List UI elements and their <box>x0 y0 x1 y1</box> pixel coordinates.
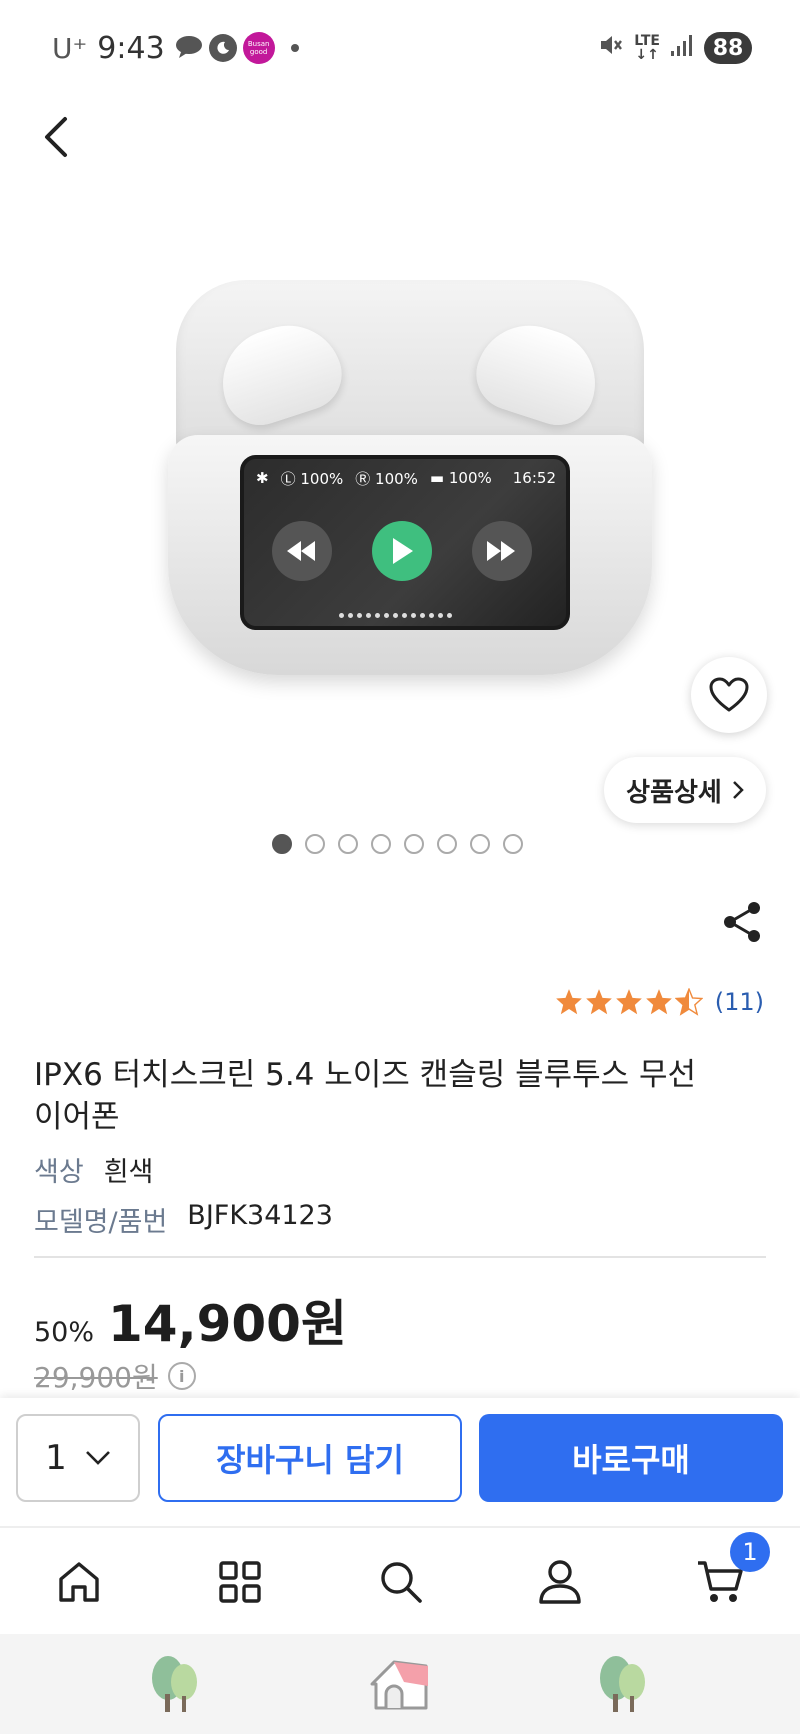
chevron-right-icon <box>732 781 744 799</box>
pager-dot[interactable] <box>437 834 457 854</box>
back-button[interactable] <box>36 112 76 162</box>
quantity-select[interactable]: 1 <box>16 1414 140 1502</box>
nav-home[interactable] <box>51 1554 107 1610</box>
pager-dot[interactable] <box>470 834 490 854</box>
image-pager[interactable] <box>272 834 523 854</box>
case-battery-value: 100% <box>448 469 492 487</box>
product-detail-button[interactable]: 상품상세 <box>604 757 766 823</box>
share-button[interactable] <box>718 898 766 946</box>
nav-cart[interactable]: 1 <box>692 1532 770 1610</box>
home-icon <box>59 1562 99 1602</box>
screen-time: 16:52 <box>512 469 556 487</box>
search-icon <box>381 1562 422 1603</box>
pager-dot[interactable] <box>338 834 358 854</box>
play-icon <box>372 521 432 581</box>
more-notifications-icon <box>290 44 299 52</box>
star-icon <box>585 989 612 1015</box>
pager-dot[interactable] <box>272 834 292 854</box>
pager-dot[interactable] <box>404 834 424 854</box>
system-navigation-bar <box>0 1634 800 1734</box>
divider <box>34 1256 766 1258</box>
discount-rate: 50% <box>34 1317 95 1348</box>
grid-icon <box>219 1561 261 1603</box>
lte-icon: LTE ↓↑ <box>634 33 660 63</box>
product-title: IPX6 터치스크린 5.4 노이즈 캔슬링 블루투스 무선 이어폰 <box>34 1057 697 1135</box>
info-icon[interactable]: i <box>167 1362 196 1390</box>
chevron-left-icon <box>45 117 67 157</box>
price-row: 50% 14,900원 <box>34 1284 347 1356</box>
fast-forward-icon <box>472 521 532 581</box>
star-rating <box>555 988 703 1016</box>
nav-my-page[interactable] <box>532 1554 588 1610</box>
cart-count-badge: 1 <box>730 1532 770 1572</box>
attribute-model: 모델명/품번 BJFK34123 <box>34 1200 333 1239</box>
case-screen: ✱ Ⓛ 100% Ⓡ 100% ▬ 100% 16:52 <box>240 455 570 630</box>
wishlist-button[interactable] <box>691 657 767 733</box>
nav-categories[interactable] <box>212 1554 268 1610</box>
bottom-navigation: 1 <box>0 1526 800 1634</box>
sale-price: 14,900원 <box>108 1295 347 1353</box>
status-bar: U⁺ 9:43 Busan good LTE ↓↑ 88 <box>0 0 800 92</box>
review-count[interactable]: (11) <box>715 988 764 1016</box>
star-icon <box>645 989 672 1015</box>
star-icon <box>555 989 582 1015</box>
bluetooth-icon: ✱ <box>256 469 269 487</box>
clock: 9:43 <box>97 30 165 66</box>
product-image[interactable]: ✱ Ⓛ 100% Ⓡ 100% ▬ 100% 16:52 <box>160 270 660 690</box>
right-battery: Ⓡ 100% <box>355 469 418 488</box>
battery-indicator: 88 <box>704 32 752 64</box>
screen-status: ✱ Ⓛ 100% Ⓡ 100% ▬ 100% 16:52 <box>256 467 556 489</box>
status-left: U⁺ 9:43 Busan good <box>52 28 299 68</box>
left-battery-value: 100% <box>300 469 344 488</box>
heart-icon <box>709 677 749 712</box>
mute-icon <box>598 32 624 64</box>
pager-dot[interactable] <box>503 834 523 854</box>
product-detail-label: 상품상세 <box>626 777 722 808</box>
do-not-disturb-icon <box>208 34 237 62</box>
pager-dot[interactable] <box>305 834 325 854</box>
status-right: LTE ↓↑ 88 <box>598 28 752 68</box>
star-icon <box>615 989 642 1015</box>
purchase-action-bar: 1 장바구니 담기 바로구매 <box>0 1398 800 1526</box>
chat-icon <box>175 31 203 65</box>
busan-app-icon: Busan good <box>242 32 275 64</box>
case-battery: ▬ 100% <box>429 469 492 487</box>
attribute-label: 모델명/품번 <box>34 1207 168 1238</box>
screen-page-dots <box>339 613 452 618</box>
add-to-cart-button[interactable]: 장바구니 담기 <box>158 1414 462 1502</box>
half-star-icon <box>674 988 703 1016</box>
user-icon <box>539 1560 581 1604</box>
rewind-icon <box>272 521 332 581</box>
quantity-value: 1 <box>45 1438 67 1478</box>
original-price: 29,900원 <box>34 1361 158 1394</box>
carrier-label: U⁺ <box>52 31 88 65</box>
right-battery-value: 100% <box>375 469 418 488</box>
nav-search[interactable] <box>373 1554 429 1610</box>
notification-icons: Busan good <box>175 31 299 65</box>
attribute-label: 색상 <box>34 1157 84 1188</box>
pager-dot[interactable] <box>371 834 391 854</box>
rating[interactable]: (11) <box>555 988 764 1016</box>
share-icon <box>724 902 760 942</box>
network-label: LTE <box>634 33 660 49</box>
left-battery: Ⓛ 100% <box>280 469 344 488</box>
buy-now-button[interactable]: 바로구매 <box>479 1414 783 1502</box>
tree-back-icon[interactable] <box>144 1652 208 1716</box>
signal-icon <box>670 33 694 63</box>
tree-recents-icon[interactable] <box>592 1652 656 1716</box>
attribute-value: BJFK34123 <box>187 1200 333 1231</box>
chevron-down-icon <box>85 1451 110 1465</box>
attribute-color: 색상 흰색 <box>34 1150 153 1189</box>
attribute-value: 흰색 <box>103 1157 154 1188</box>
house-home-icon[interactable] <box>368 1652 432 1716</box>
original-price-row: 29,900원 i <box>34 1356 196 1396</box>
